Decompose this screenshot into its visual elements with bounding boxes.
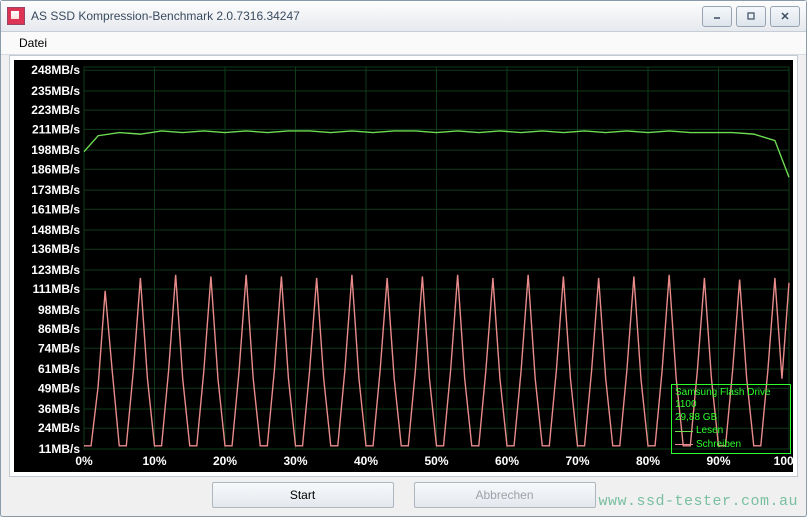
app-icon [7, 7, 25, 25]
svg-text:111MB/s: 111MB/s [33, 282, 81, 296]
window-controls [702, 6, 800, 27]
svg-text:49MB/s: 49MB/s [38, 381, 80, 395]
svg-text:20%: 20% [213, 454, 237, 468]
menubar: Datei [1, 32, 806, 55]
svg-text:136MB/s: 136MB/s [31, 242, 80, 256]
svg-text:24MB/s: 24MB/s [38, 421, 80, 435]
svg-text:186MB/s: 186MB/s [31, 162, 80, 176]
legend: Samsung Flash Drive 1100 29,88 GB Lesen … [671, 384, 791, 455]
svg-text:40%: 40% [354, 454, 378, 468]
legend-label-write: Schreiben [696, 439, 741, 452]
svg-text:90%: 90% [706, 454, 730, 468]
close-button[interactable] [770, 6, 800, 27]
watermark: www.ssd-tester.com.au [598, 493, 798, 510]
legend-label-read: Lesen [696, 425, 723, 438]
svg-text:235MB/s: 235MB/s [31, 84, 80, 98]
legend-swatch-write [675, 444, 693, 445]
svg-text:148MB/s: 148MB/s [31, 223, 80, 237]
maximize-button[interactable] [736, 6, 766, 27]
window-title: AS SSD Kompression-Benchmark 2.0.7316.34… [31, 9, 300, 23]
svg-text:123MB/s: 123MB/s [31, 263, 80, 277]
svg-text:50%: 50% [424, 454, 448, 468]
svg-text:61MB/s: 61MB/s [38, 362, 80, 376]
minimize-button[interactable] [702, 6, 732, 27]
legend-capacity: 29,88 GB [675, 412, 787, 425]
app-window: AS SSD Kompression-Benchmark 2.0.7316.34… [0, 0, 807, 517]
svg-text:248MB/s: 248MB/s [31, 63, 80, 77]
svg-text:36MB/s: 36MB/s [38, 402, 80, 416]
svg-text:0%: 0% [75, 454, 93, 468]
start-button[interactable]: Start [212, 482, 394, 508]
svg-text:30%: 30% [283, 454, 307, 468]
legend-device: Samsung Flash Drive 1100 [675, 387, 787, 412]
svg-text:198MB/s: 198MB/s [31, 143, 80, 157]
titlebar[interactable]: AS SSD Kompression-Benchmark 2.0.7316.34… [1, 1, 806, 32]
svg-text:98MB/s: 98MB/s [38, 303, 80, 317]
svg-text:100%: 100% [774, 454, 793, 468]
legend-row-write: Schreiben [675, 439, 787, 452]
svg-text:10%: 10% [142, 454, 166, 468]
svg-text:60%: 60% [495, 454, 519, 468]
svg-text:86MB/s: 86MB/s [38, 322, 80, 336]
chart-area: 11MB/s 24MB/s 36MB/s 49MB/s 61MB/s 74MB/s 86MB… [14, 60, 793, 472]
svg-text:161MB/s: 161MB/s [31, 202, 80, 216]
svg-text:173MB/s: 173MB/s [31, 183, 80, 197]
abort-button[interactable]: Abbrechen [414, 482, 596, 508]
legend-row-read: Lesen [675, 425, 787, 438]
svg-text:80%: 80% [636, 454, 660, 468]
svg-text:223MB/s: 223MB/s [31, 103, 80, 117]
menu-file[interactable]: Datei [11, 34, 55, 52]
svg-text:11MB/s: 11MB/s [39, 442, 81, 456]
chart-panel: 11MB/s 24MB/s 36MB/s 49MB/s 61MB/s 74MB/s 86MB… [9, 55, 798, 477]
svg-text:70%: 70% [565, 454, 589, 468]
svg-text:74MB/s: 74MB/s [38, 341, 80, 355]
svg-text:211MB/s: 211MB/s [32, 122, 80, 136]
legend-swatch-read [675, 431, 693, 432]
